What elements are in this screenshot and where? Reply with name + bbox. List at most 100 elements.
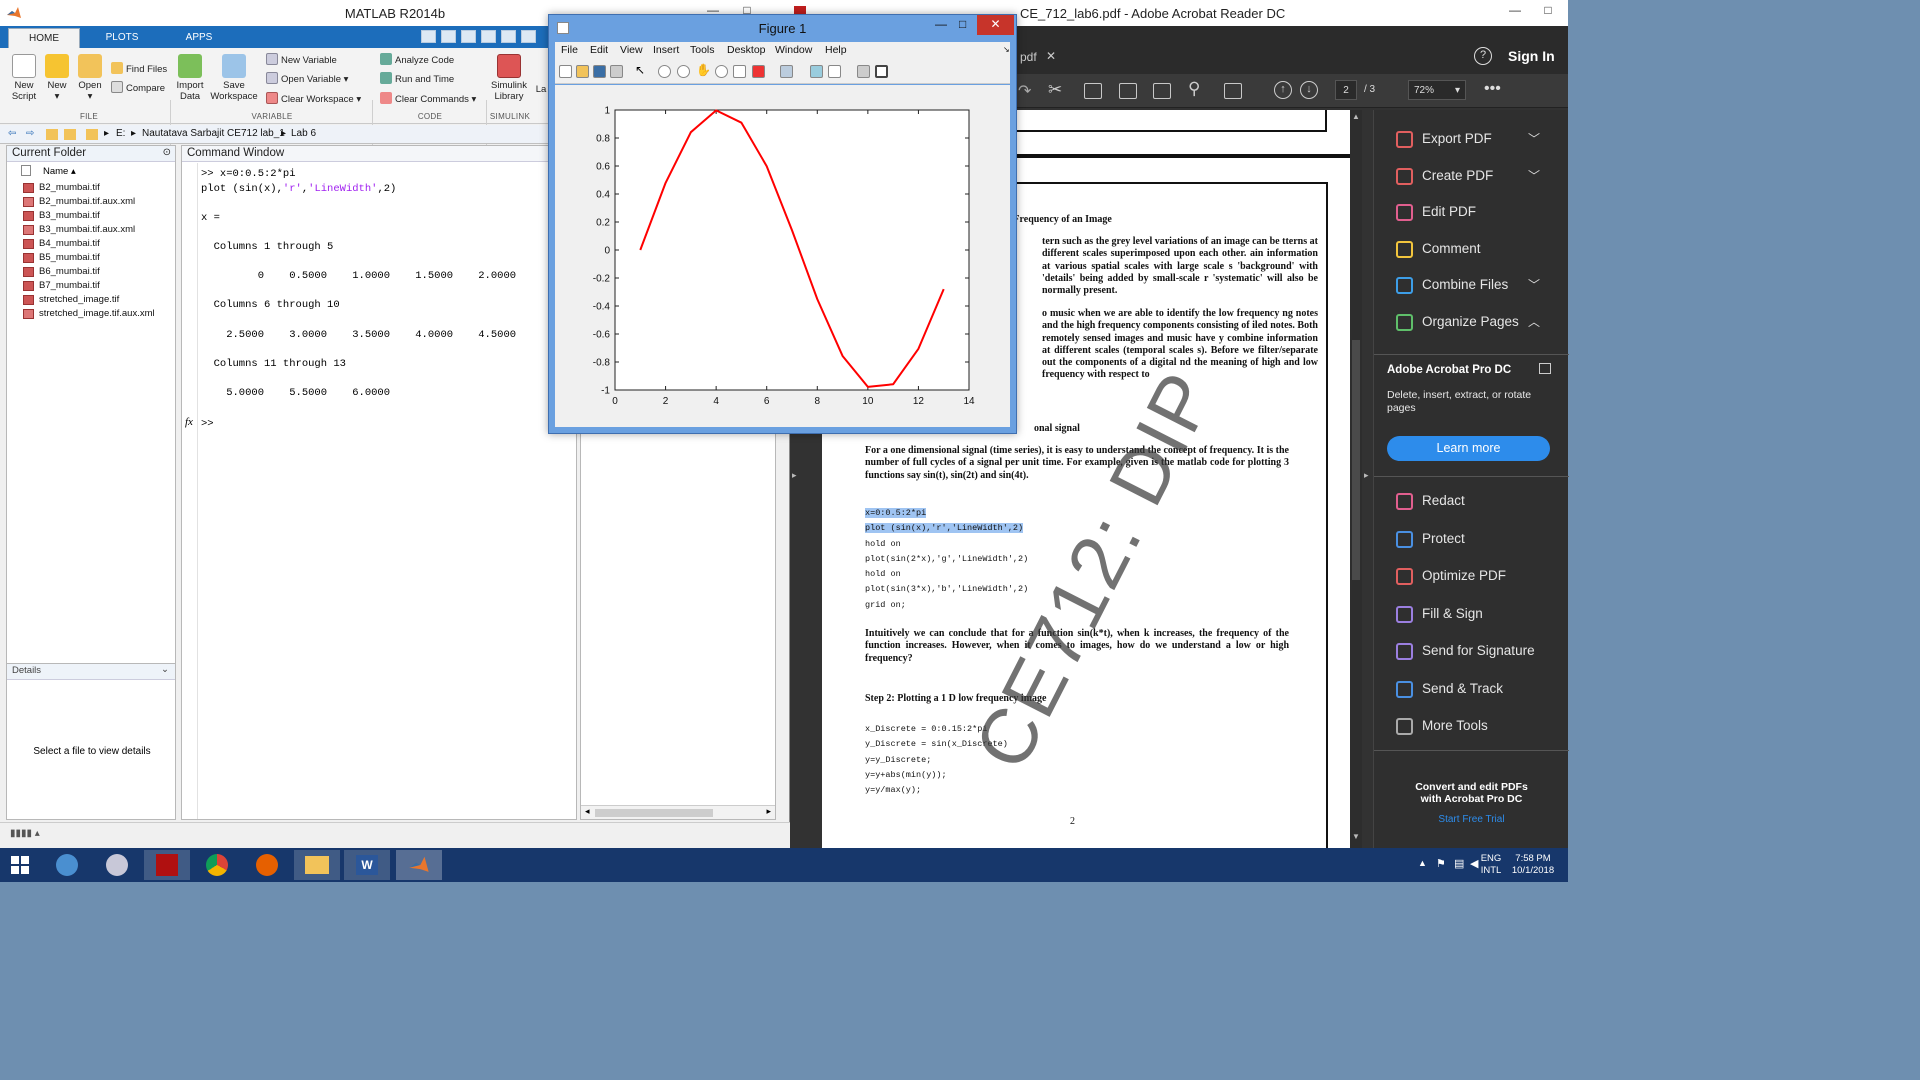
help-icon[interactable]: ? xyxy=(1474,47,1492,65)
tool-optimize-pdf[interactable]: Optimize PDF xyxy=(1396,561,1570,591)
chevron-down-icon[interactable]: ⌄ xyxy=(161,664,169,675)
scissors-icon[interactable]: ✂ xyxy=(1048,80,1062,100)
file-list-item[interactable]: B4_mumbai.tif xyxy=(21,237,171,251)
print-figure-icon[interactable] xyxy=(610,65,623,78)
zoom-select[interactable]: 72% ▾ xyxy=(1408,80,1466,100)
horizontal-scrollbar[interactable]: ◂ ▸ xyxy=(581,805,775,819)
start-free-trial-link[interactable]: Start Free Trial xyxy=(1374,814,1569,825)
taskbar-chrome[interactable] xyxy=(194,850,240,880)
run-and-time-button[interactable]: Run and Time xyxy=(380,72,454,88)
menu-edit[interactable]: Edit xyxy=(590,44,608,56)
taskbar-app[interactable] xyxy=(94,850,140,880)
scroll-down-icon[interactable]: ▼ xyxy=(1352,832,1360,841)
panel-menu-icon[interactable]: ⊙ xyxy=(163,147,171,158)
analyze-code-button[interactable]: Analyze Code xyxy=(380,53,454,69)
clear-commands-button[interactable]: Clear Commands ▾ xyxy=(380,92,476,108)
language-indicator[interactable]: ENG INTL xyxy=(1480,853,1502,877)
tool-export-pdf[interactable]: Export PDF ﹀ xyxy=(1396,124,1570,154)
tool-fill-sign[interactable]: Fill & Sign xyxy=(1396,599,1570,629)
clipboard-icon[interactable] xyxy=(1119,83,1137,99)
colorbar-icon[interactable] xyxy=(810,65,823,78)
document-tab[interactable]: pdf xyxy=(1020,50,1037,64)
tool-comment[interactable]: Comment xyxy=(1396,234,1570,264)
snapshot-icon[interactable] xyxy=(1153,83,1171,99)
tab-plots[interactable]: PLOTS xyxy=(86,28,158,48)
path-segment[interactable]: E: xyxy=(116,128,125,139)
chevron-down-icon[interactable]: ﹀ xyxy=(1528,270,1540,300)
new-figure-icon[interactable] xyxy=(559,65,572,78)
open-variable-button[interactable]: Open Variable ▾ xyxy=(266,72,348,88)
menu-dock-icon[interactable]: ↘ xyxy=(1003,45,1010,54)
new-script-button[interactable]: New Script xyxy=(8,54,40,102)
read-mode-icon[interactable] xyxy=(1224,83,1242,99)
chevron-down-icon[interactable]: ﹀ xyxy=(1528,161,1540,191)
tool-send-track[interactable]: Send & Track xyxy=(1396,674,1570,704)
maximize-button[interactable]: □ xyxy=(959,17,966,31)
tool-protect[interactable]: Protect xyxy=(1396,524,1570,554)
undo-quick-icon[interactable] xyxy=(521,30,536,43)
file-list-item[interactable]: B6_mumbai.tif xyxy=(21,265,171,279)
tool-send-for-signature[interactable]: Send for Signature xyxy=(1396,636,1570,666)
tab-home[interactable]: HOME xyxy=(8,28,80,48)
tool-redact[interactable]: Redact xyxy=(1396,486,1570,516)
taskbar-explorer[interactable] xyxy=(294,850,340,880)
previous-page-icon[interactable]: ↑ xyxy=(1274,81,1292,99)
tool-edit-pdf[interactable]: Edit PDF xyxy=(1396,197,1570,227)
file-list-item[interactable]: B7_mumbai.tif xyxy=(21,279,171,293)
minimize-button[interactable]: — xyxy=(1498,0,1532,22)
minimize-button[interactable]: — xyxy=(935,17,947,31)
up-folder-icon[interactable] xyxy=(46,129,58,140)
fx-function-icon[interactable]: fx xyxy=(185,416,193,428)
import-data-button[interactable]: Import Data xyxy=(174,54,206,102)
path-segment[interactable]: Nautatava Sarbajit CE712 lab_1 xyxy=(142,128,285,139)
zoom-out-icon[interactable] xyxy=(677,65,690,78)
volume-icon[interactable]: ◀ xyxy=(1470,857,1478,870)
menu-window[interactable]: Window xyxy=(775,44,812,56)
taskbar-app[interactable] xyxy=(44,850,90,880)
file-list-item[interactable]: B3_mumbai.tif.aux.xml xyxy=(21,223,171,237)
command-window-panel[interactable]: Command Window >> x=0:0.5:2*pi plot (sin… xyxy=(181,145,577,820)
tool-organize-pages[interactable]: Organize Pages ︿ xyxy=(1396,307,1570,337)
save-figure-icon[interactable] xyxy=(593,65,606,78)
link-plot-icon[interactable] xyxy=(780,65,793,78)
left-panel-toggle-icon[interactable]: ▸ xyxy=(792,470,797,481)
page-number-input[interactable]: 2 xyxy=(1335,80,1357,100)
promo-pin-icon[interactable] xyxy=(1539,363,1551,374)
chevron-up-icon[interactable]: ︿ xyxy=(1528,307,1540,337)
file-list-item[interactable]: B2_mumbai.tif xyxy=(21,181,171,195)
compare-button[interactable]: Compare xyxy=(111,81,165,97)
file-list-item[interactable]: stretched_image.tif xyxy=(21,293,171,307)
scroll-thumb[interactable] xyxy=(1352,340,1360,580)
learn-more-button[interactable]: Learn more xyxy=(1387,436,1550,461)
tool-combine-files[interactable]: Combine Files ﹀ xyxy=(1396,270,1570,300)
browse-folder-icon[interactable] xyxy=(64,129,76,140)
search-docs-icon[interactable] xyxy=(421,30,436,43)
sign-in-link[interactable]: Sign In xyxy=(1508,48,1555,64)
taskbar-matlab[interactable] xyxy=(396,850,442,880)
more-options-icon[interactable]: ••• xyxy=(1484,80,1501,98)
taskbar-firefox[interactable] xyxy=(244,850,290,880)
clock[interactable]: 7:58 PM 10/1/2018 xyxy=(1508,853,1558,877)
scroll-left-icon[interactable]: ◂ xyxy=(585,806,590,817)
close-tab-icon[interactable]: ✕ xyxy=(1046,49,1056,63)
file-list-item[interactable]: B2_mumbai.tif.aux.xml xyxy=(21,195,171,209)
pan-icon[interactable]: ✋ xyxy=(696,63,711,77)
copy-quick-icon[interactable] xyxy=(481,30,496,43)
file-list-item[interactable]: B5_mumbai.tif xyxy=(21,251,171,265)
data-cursor-icon[interactable] xyxy=(733,65,746,78)
cut-quick-icon[interactable] xyxy=(461,30,476,43)
close-button[interactable]: ✕ xyxy=(977,15,1014,35)
clear-workspace-button[interactable]: Clear Workspace ▾ xyxy=(266,92,361,108)
edit-plot-icon[interactable]: ↖ xyxy=(635,63,648,77)
menu-view[interactable]: View xyxy=(620,44,643,56)
taskbar-acrobat[interactable] xyxy=(144,850,190,880)
simulink-library-button[interactable]: Simulink Library xyxy=(490,54,528,102)
rotate-3d-icon[interactable] xyxy=(715,65,728,78)
taskbar-word[interactable]: W xyxy=(344,850,390,880)
scroll-thumb[interactable] xyxy=(595,809,713,817)
rotate-icon[interactable]: ↷ xyxy=(1018,81,1031,101)
save-workspace-button[interactable]: Save Workspace xyxy=(208,54,260,102)
file-list-item[interactable]: B3_mumbai.tif xyxy=(21,209,171,223)
maximize-button[interactable]: □ xyxy=(1531,0,1565,22)
new-button[interactable]: New ▾ xyxy=(42,54,72,102)
